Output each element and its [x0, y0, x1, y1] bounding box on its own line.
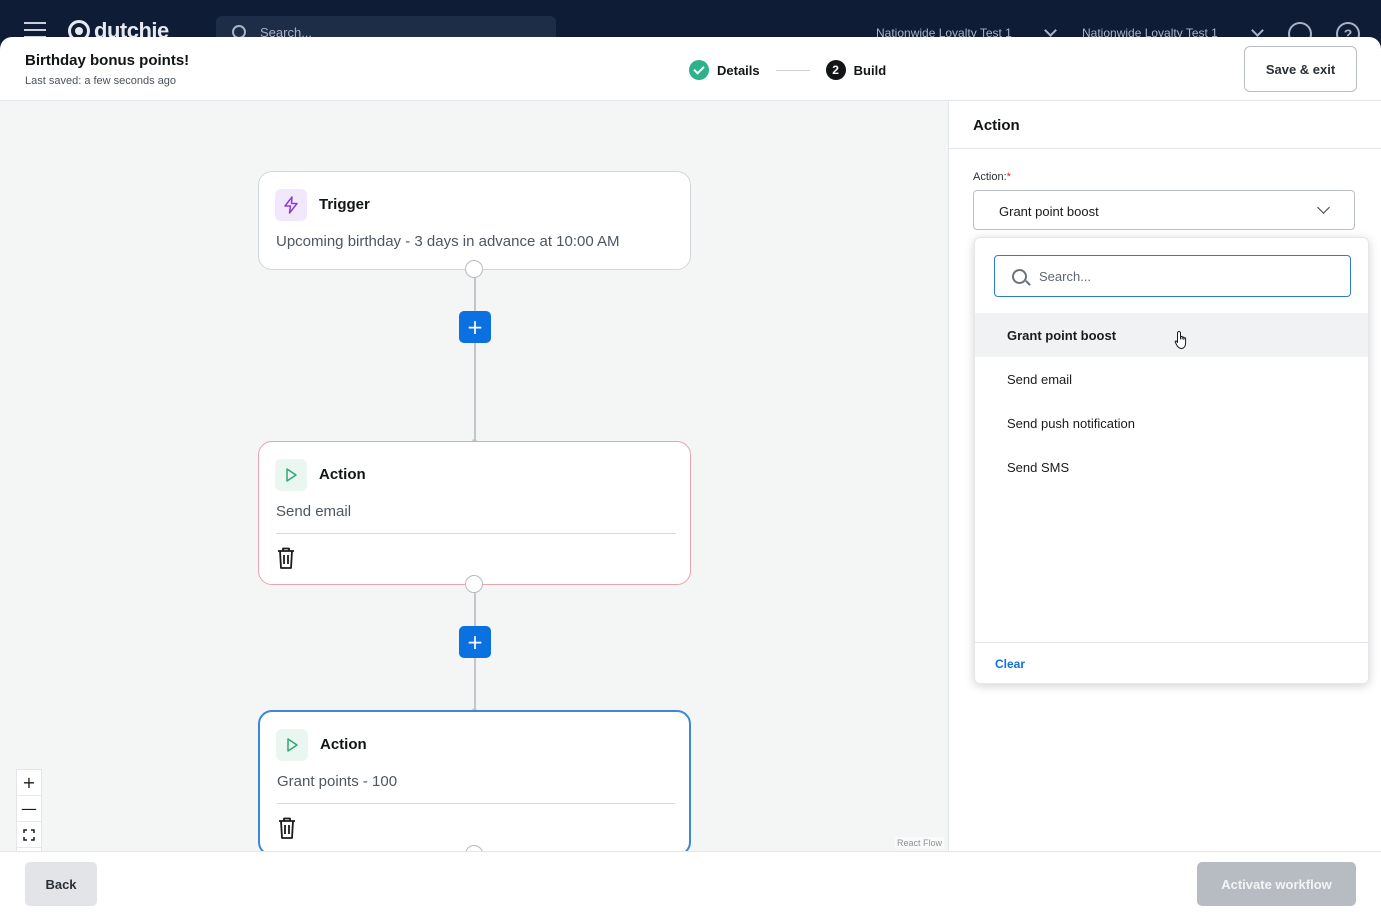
action-node-grant-points[interactable]: Action Grant points - 100: [258, 710, 691, 851]
option-grant-point-boost[interactable]: Grant point boost: [975, 313, 1368, 357]
action-select[interactable]: Grant point boost: [973, 190, 1355, 230]
lightning-icon: [275, 189, 307, 221]
search-icon: [1012, 269, 1027, 284]
node-title: Trigger: [319, 196, 370, 213]
panel-title: Action: [973, 117, 1020, 134]
node-description: Upcoming birthday - 3 days in advance at…: [276, 233, 620, 250]
step-details[interactable]: Details: [717, 63, 760, 78]
back-button[interactable]: Back: [25, 862, 97, 906]
panel-divider: [949, 148, 1381, 149]
action-select-value: Grant point boost: [999, 204, 1099, 219]
modal-header: Birthday bonus points! Last saved: a few…: [0, 37, 1381, 101]
check-circle-icon: [689, 60, 709, 80]
flow-edge: [474, 269, 476, 441]
node-description: Grant points - 100: [277, 773, 398, 790]
add-step-button[interactable]: +: [459, 311, 491, 343]
required-marker: *: [1006, 171, 1011, 183]
workflow-title: Birthday bonus points!: [25, 52, 190, 69]
chevron-down-icon[interactable]: [1044, 24, 1057, 37]
fit-view-button[interactable]: [17, 822, 41, 848]
zoom-in-button[interactable]: +: [17, 770, 41, 796]
flow-canvas[interactable]: Trigger Upcoming birthday - 3 days in ad…: [0, 101, 948, 851]
node-output-handle[interactable]: [465, 260, 483, 278]
step-connector: [775, 69, 810, 71]
chevron-down-icon[interactable]: [1251, 24, 1264, 37]
activate-workflow-button[interactable]: Activate workflow: [1197, 862, 1356, 906]
workflow-builder-modal: Birthday bonus points! Last saved: a few…: [0, 37, 1381, 916]
save-exit-button[interactable]: Save & exit: [1244, 46, 1357, 92]
action-config-panel: Action Action:* Grant point boost Grant …: [948, 101, 1381, 851]
action-dropdown-menu: Grant point boost Send email Send push n…: [974, 237, 1369, 684]
hand-cursor-icon: [1174, 331, 1187, 349]
add-step-button[interactable]: +: [459, 626, 491, 658]
chevron-down-icon: [1317, 201, 1330, 214]
action-node-send-email[interactable]: Action Send email: [258, 441, 691, 585]
clear-button[interactable]: Clear: [995, 657, 1025, 671]
action-field-label: Action:*: [973, 171, 1011, 183]
play-icon: [276, 729, 308, 761]
node-title: Action: [319, 466, 366, 483]
node-divider: [276, 533, 676, 534]
play-icon: [275, 459, 307, 491]
stepper: Details 2 Build: [689, 60, 886, 80]
top-navigation-bar: dutchie Search... Nationwide Loyalty Tes…: [0, 0, 1381, 46]
node-title: Action: [320, 736, 367, 753]
trash-icon[interactable]: [277, 816, 297, 840]
node-divider: [277, 803, 675, 804]
dropdown-footer-divider: [975, 642, 1368, 643]
step-build[interactable]: Build: [854, 63, 887, 78]
zoom-out-button[interactable]: —: [17, 796, 41, 822]
node-description: Send email: [276, 503, 352, 520]
react-flow-attribution[interactable]: React Flow: [894, 837, 944, 849]
modal-footer: Back Activate workflow: [0, 851, 1381, 916]
zoom-controls: + —: [16, 769, 42, 851]
last-saved-status: Last saved: a few seconds ago: [25, 75, 177, 87]
option-send-email[interactable]: Send email: [975, 357, 1368, 401]
dropdown-search-input[interactable]: [994, 255, 1351, 297]
node-output-handle[interactable]: [465, 575, 483, 593]
fit-view-icon: [23, 828, 35, 841]
option-send-sms[interactable]: Send SMS: [975, 445, 1368, 489]
step-number-badge: 2: [825, 60, 846, 80]
option-send-push-notification[interactable]: Send push notification: [975, 401, 1368, 445]
trigger-node[interactable]: Trigger Upcoming birthday - 3 days in ad…: [258, 171, 691, 270]
trash-icon[interactable]: [276, 546, 296, 570]
